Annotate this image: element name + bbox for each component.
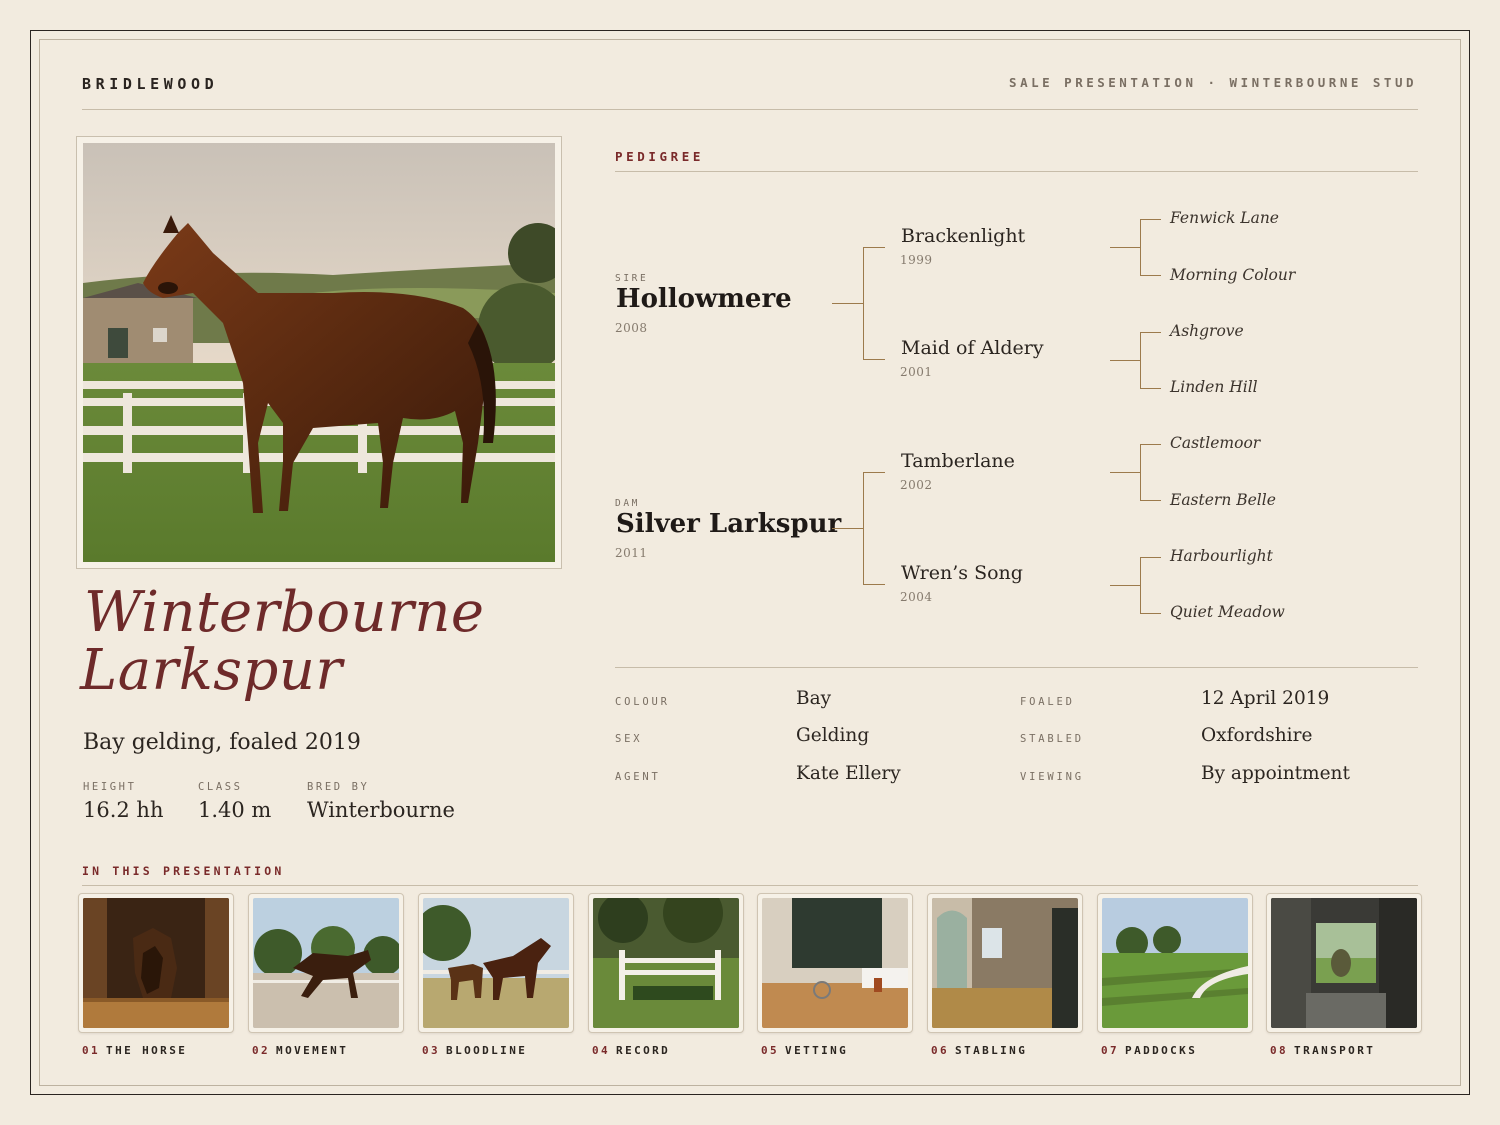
detail-label-colour: COLOUR bbox=[615, 696, 670, 708]
dam-sire-name[interactable]: Tamberlane bbox=[901, 450, 1015, 472]
sire-sire-year: 1999 bbox=[900, 253, 933, 267]
thumb-label: 01 THE HORSE bbox=[82, 1044, 188, 1057]
thumb-image bbox=[762, 898, 908, 1028]
thumb-label: 07 PADDOCKS bbox=[1101, 1044, 1198, 1057]
thumb-the-horse[interactable] bbox=[78, 893, 234, 1033]
brand-logo[interactable]: BRIDLEWOOD bbox=[82, 75, 218, 93]
ancestor-linden-hill[interactable]: Linden Hill bbox=[1170, 378, 1258, 396]
ancestor-castlemoor[interactable]: Castlemoor bbox=[1170, 434, 1260, 452]
sire-connector bbox=[832, 303, 863, 305]
detail-label-agent: AGENT bbox=[615, 771, 661, 783]
sire-role-label: SIRE bbox=[615, 273, 649, 284]
thumb-image bbox=[1102, 898, 1248, 1028]
thumb-label: 06 STABLING bbox=[931, 1044, 1028, 1057]
dam-connector bbox=[832, 528, 863, 530]
ancestor-morning-colour[interactable]: Morning Colour bbox=[1170, 266, 1295, 284]
ancestor-ashgrove[interactable]: Ashgrove bbox=[1170, 322, 1244, 340]
sire-name[interactable]: Hollowmere bbox=[616, 284, 792, 314]
connector bbox=[1110, 247, 1140, 249]
horse-photo-image bbox=[83, 143, 555, 562]
detail-value-viewing: By appointment bbox=[1201, 763, 1350, 784]
pedigree-divider bbox=[615, 171, 1418, 172]
horse-name-line2: Larkspur bbox=[80, 638, 343, 703]
thumb-label: 02 MOVEMENT bbox=[252, 1044, 349, 1057]
detail-label-foaled: FOALED bbox=[1020, 696, 1075, 708]
horse-name: Winterbourne Larkspur bbox=[80, 584, 560, 700]
header-divider bbox=[82, 109, 1418, 110]
dam-name[interactable]: Silver Larkspur bbox=[616, 509, 841, 539]
sire-bracket bbox=[863, 247, 885, 360]
thumb-stabling[interactable] bbox=[927, 893, 1083, 1033]
dam-year: 2011 bbox=[615, 546, 648, 560]
detail-value-agent: Kate Ellery bbox=[796, 763, 901, 784]
stat-label-class: CLASS bbox=[198, 781, 243, 793]
dam-dam-year: 2004 bbox=[900, 590, 933, 604]
ancestor-eastern-belle[interactable]: Eastern Belle bbox=[1170, 491, 1276, 509]
thumb-image bbox=[253, 898, 399, 1028]
thumb-label: 05 VETTING bbox=[761, 1044, 849, 1057]
sire-year: 2008 bbox=[615, 321, 648, 335]
sire-sire-name[interactable]: Brackenlight bbox=[901, 225, 1025, 247]
horse-name-line1: Winterbourne bbox=[84, 580, 485, 645]
bracket bbox=[1140, 219, 1161, 276]
detail-value-colour: Bay bbox=[796, 688, 832, 709]
thumb-image bbox=[932, 898, 1078, 1028]
thumb-label: 04 RECORD bbox=[592, 1044, 671, 1057]
sire-dam-year: 2001 bbox=[900, 365, 933, 379]
ancestor-quiet-meadow[interactable]: Quiet Meadow bbox=[1170, 603, 1285, 621]
detail-value-foaled: 12 April 2019 bbox=[1201, 688, 1330, 709]
connector bbox=[1110, 585, 1140, 587]
connector bbox=[1110, 360, 1140, 362]
dam-sire-year: 2002 bbox=[900, 478, 933, 492]
thumb-image bbox=[593, 898, 739, 1028]
gallery-title: IN THIS PRESENTATION bbox=[82, 864, 285, 878]
ancestor-harbourlight[interactable]: Harbourlight bbox=[1170, 547, 1273, 565]
thumb-vetting[interactable] bbox=[757, 893, 913, 1033]
sire-dam-name[interactable]: Maid of Aldery bbox=[901, 337, 1044, 359]
bracket bbox=[1140, 557, 1161, 614]
thumb-image bbox=[83, 898, 229, 1028]
connector bbox=[1110, 472, 1140, 474]
bracket bbox=[1140, 332, 1161, 389]
hero-photo[interactable] bbox=[76, 136, 562, 569]
dam-role-label: DAM bbox=[615, 498, 640, 509]
thumb-record[interactable] bbox=[588, 893, 744, 1033]
header-context: SALE PRESENTATION · WINTERBOURNE STUD bbox=[1009, 75, 1417, 90]
detail-value-stabled: Oxfordshire bbox=[1201, 725, 1313, 746]
gallery-divider bbox=[82, 885, 1418, 886]
detail-label-sex: SEX bbox=[615, 733, 643, 745]
stat-value-bred-by: Winterbourne bbox=[307, 798, 455, 822]
ancestor-fenwick-lane[interactable]: Fenwick Lane bbox=[1170, 209, 1279, 227]
thumb-image bbox=[423, 898, 569, 1028]
stat-value-height: 16.2 hh bbox=[83, 798, 164, 822]
details-divider bbox=[615, 667, 1418, 668]
detail-value-sex: Gelding bbox=[796, 725, 870, 746]
thumb-label: 03 BLOODLINE bbox=[422, 1044, 528, 1057]
pedigree-title: PEDIGREE bbox=[615, 149, 705, 164]
detail-label-stabled: STABLED bbox=[1020, 733, 1084, 745]
stat-value-class: 1.40 m bbox=[198, 798, 272, 822]
bracket bbox=[1140, 444, 1161, 501]
stat-label-height: HEIGHT bbox=[83, 781, 137, 793]
thumb-movement[interactable] bbox=[248, 893, 404, 1033]
thumb-label: 08 TRANSPORT bbox=[1270, 1044, 1376, 1057]
dam-dam-name[interactable]: Wren’s Song bbox=[901, 562, 1023, 584]
thumb-paddocks[interactable] bbox=[1097, 893, 1253, 1033]
dam-bracket bbox=[863, 472, 885, 585]
detail-label-viewing: VIEWING bbox=[1020, 771, 1084, 783]
thumb-image bbox=[1271, 898, 1417, 1028]
thumb-bloodline[interactable] bbox=[418, 893, 574, 1033]
horse-subtitle: Bay gelding, foaled 2019 bbox=[83, 730, 361, 755]
stat-label-bred-by: BRED BY bbox=[307, 781, 370, 793]
thumb-transport[interactable] bbox=[1266, 893, 1422, 1033]
